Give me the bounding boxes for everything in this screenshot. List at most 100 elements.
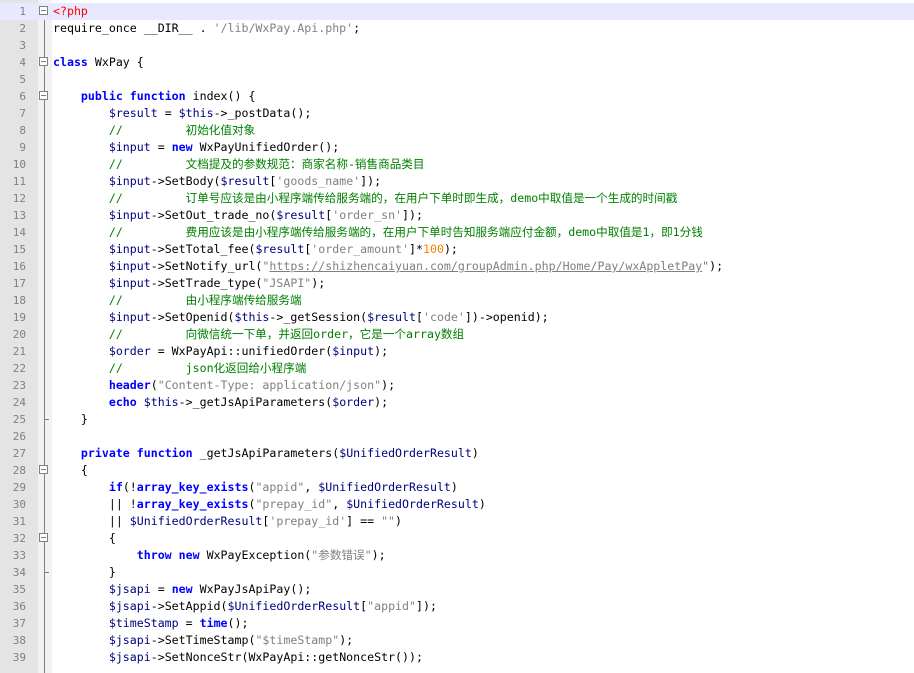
code-line[interactable]: 26 <box>0 428 914 445</box>
code-token: $this <box>234 310 270 324</box>
code-text[interactable]: // json化返回给小程序端 <box>53 360 306 377</box>
code-line[interactable]: 10 // 文档提及的参数规范：商家名称-销售商品类目 <box>0 156 914 173</box>
code-text[interactable]: $order = WxPayApi::unifiedOrder($input); <box>53 343 388 360</box>
code-line[interactable]: 31 || $UnifiedOrderResult['prepay_id'] =… <box>0 513 914 530</box>
code-line[interactable]: 17 $input->SetTrade_type("JSAPI"); <box>0 275 914 292</box>
code-text[interactable]: { <box>53 462 88 479</box>
line-number: 10 <box>12 158 26 171</box>
code-text[interactable]: $input->SetBody($result['goods_name']); <box>53 173 381 190</box>
fold-collapse-icon[interactable] <box>39 533 48 542</box>
code-token: ->SetTimeStamp( <box>150 633 256 647</box>
code-token: require_once __DIR__ . <box>53 21 214 35</box>
code-text[interactable]: $jsapi->SetAppid($UnifiedOrderResult["ap… <box>53 598 437 615</box>
code-line[interactable]: 18 // 由小程序端传给服务端 <box>0 292 914 309</box>
code-line[interactable]: 21 $order = WxPayApi::unifiedOrder($inpu… <box>0 343 914 360</box>
code-line[interactable]: 4 class WxPay { <box>0 54 914 71</box>
code-line[interactable]: 13 $input->SetOut_trade_no($result['orde… <box>0 207 914 224</box>
code-text[interactable]: $input->SetTrade_type("JSAPI"); <box>53 275 325 292</box>
code-text[interactable]: // 由小程序端传给服务端 <box>53 292 302 309</box>
fold-collapse-icon[interactable] <box>39 465 48 474</box>
code-text[interactable]: $timeStamp = time(); <box>53 615 249 632</box>
code-text[interactable]: private function _getJsApiParameters($Un… <box>53 445 479 462</box>
code-text[interactable]: throw new WxPayException("参数错误"); <box>53 547 386 564</box>
code-line[interactable]: 33 throw new WxPayException("参数错误"); <box>0 547 914 564</box>
code-line[interactable]: 8 // 初始化值对象 <box>0 122 914 139</box>
code-line[interactable]: 38 $jsapi->SetTimeStamp("$timeStamp"); <box>0 632 914 649</box>
code-text[interactable]: if(!array_key_exists("appid", $UnifiedOr… <box>53 479 458 496</box>
line-number: 39 <box>12 651 26 664</box>
code-editor[interactable]: 1 <?php 2 require_once __DIR__ . '/lib/WxPa… <box>0 0 914 673</box>
code-line[interactable]: 32 { <box>0 530 914 547</box>
code-text[interactable]: // 初始化值对象 <box>53 122 255 139</box>
code-token: , <box>332 497 347 511</box>
code-text[interactable]: // 向微信统一下单，并返回order，它是一个array数组 <box>53 326 464 343</box>
code-text[interactable]: } <box>53 411 88 428</box>
code-line[interactable]: 35 $jsapi = new WxPayJsApiPay(); <box>0 581 914 598</box>
code-text[interactable]: class WxPay { <box>53 54 144 71</box>
code-line[interactable]: 2 require_once __DIR__ . '/lib/WxPay.Api.… <box>0 20 914 37</box>
code-line[interactable]: 37 $timeStamp = time(); <box>0 615 914 632</box>
fold-collapse-icon[interactable] <box>39 6 48 15</box>
code-line[interactable]: 14 // 费用应该是由小程序端传给服务端的，在用户下单时告知服务端应付金额，d… <box>0 224 914 241</box>
code-text[interactable]: $input->SetTotal_fee($result['order_amou… <box>53 241 458 258</box>
code-text[interactable]: $jsapi = new WxPayJsApiPay(); <box>53 581 311 598</box>
fold-collapse-icon[interactable] <box>39 57 48 66</box>
code-token: "Content-Type: application/json" <box>157 378 382 392</box>
code-text[interactable]: } <box>53 564 116 581</box>
code-line[interactable]: 6 public function index() { <box>0 88 914 105</box>
code-line[interactable]: 3 <box>0 37 914 54</box>
code-token: ]* <box>409 242 423 256</box>
code-line[interactable]: 20 // 向微信统一下单，并返回order，它是一个array数组 <box>0 326 914 343</box>
code-line[interactable]: 9 $input = new WxPayUnifiedOrder(); <box>0 139 914 156</box>
code-line[interactable]: 23 header("Content-Type: application/jso… <box>0 377 914 394</box>
code-line[interactable]: 39 $jsapi->SetNonceStr(WxPayApi::getNonc… <box>0 649 914 666</box>
code-line[interactable]: 19 $input->SetOpenid($this->_getSession(… <box>0 309 914 326</box>
code-line[interactable]: 22 // json化返回给小程序端 <box>0 360 914 377</box>
code-token: '/lib/WxPay.Api.php' <box>213 21 354 35</box>
code-text[interactable]: // 费用应该是由小程序端传给服务端的，在用户下单时告知服务端应付金额，demo… <box>53 224 703 241</box>
code-text[interactable]: $input->SetOpenid($this->_getSession($re… <box>53 309 549 326</box>
fold-collapse-icon[interactable] <box>39 91 48 100</box>
code-line[interactable]: 28 { <box>0 462 914 479</box>
code-text[interactable]: $jsapi->SetNonceStr(WxPayApi::getNonceSt… <box>53 649 423 666</box>
code-line[interactable]: 7 $result = $this->_postData(); <box>0 105 914 122</box>
code-text[interactable]: require_once __DIR__ . '/lib/WxPay.Api.p… <box>53 20 360 37</box>
code-text[interactable]: header("Content-Type: application/json")… <box>53 377 395 394</box>
code-line[interactable]: 24 echo $this->_getJsApiParameters($orde… <box>0 394 914 411</box>
code-text[interactable]: || !array_key_exists("prepay_id", $Unifi… <box>53 496 486 513</box>
code-text[interactable]: public function index() { <box>53 88 256 105</box>
code-line[interactable]: 27 private function _getJsApiParameters(… <box>0 445 914 462</box>
code-line[interactable]: 16 $input->SetNotify_url("https://shizhe… <box>0 258 914 275</box>
code-text[interactable]: // 订单号应该是由小程序端传给服务端的，在用户下单时即生成，demo中取值是一… <box>53 190 677 207</box>
code-text[interactable]: <?php <box>53 3 88 20</box>
code-text[interactable]: // 文档提及的参数规范：商家名称-销售商品类目 <box>53 156 425 173</box>
code-text[interactable]: echo $this->_getJsApiParameters($order); <box>53 394 388 411</box>
code-text[interactable]: $jsapi->SetTimeStamp("$timeStamp"); <box>53 632 353 649</box>
code-text[interactable]: $result = $this->_postData(); <box>53 105 311 122</box>
code-text[interactable]: $input->SetNotify_url("https://shizhenca… <box>53 258 723 275</box>
code-token: "appid" <box>255 480 305 494</box>
code-line[interactable]: 25 } <box>0 411 914 428</box>
line-number: 23 <box>12 379 26 392</box>
code-line[interactable]: 11 $input->SetBody($result['goods_name']… <box>0 173 914 190</box>
code-line[interactable]: 12 // 订单号应该是由小程序端传给服务端的，在用户下单时即生成，demo中取… <box>0 190 914 207</box>
code-text[interactable]: $input->SetOut_trade_no($result['order_s… <box>53 207 423 224</box>
code-line[interactable]: 36 $jsapi->SetAppid($UnifiedOrderResult[… <box>0 598 914 615</box>
code-text[interactable]: $input = new WxPayUnifiedOrder(); <box>53 139 339 156</box>
code-line[interactable]: 34 } <box>0 564 914 581</box>
code-line[interactable]: 1 <?php <box>0 3 914 20</box>
code-line[interactable]: 15 $input->SetTotal_fee($result['order_a… <box>0 241 914 258</box>
code-line[interactable]: 29 if(!array_key_exists("appid", $Unifie… <box>0 479 914 496</box>
code-token: <?php <box>53 4 88 18</box>
code-text[interactable]: || $UnifiedOrderResult['prepay_id'] == "… <box>53 513 402 530</box>
code-text[interactable]: { <box>53 530 116 547</box>
code-token: array_key_exists <box>136 497 249 511</box>
code-token: = WxPayApi::unifiedOrder( <box>150 344 333 358</box>
code-line[interactable]: 30 || !array_key_exists("prepay_id", $Un… <box>0 496 914 513</box>
code-line[interactable]: 5 <box>0 71 914 88</box>
